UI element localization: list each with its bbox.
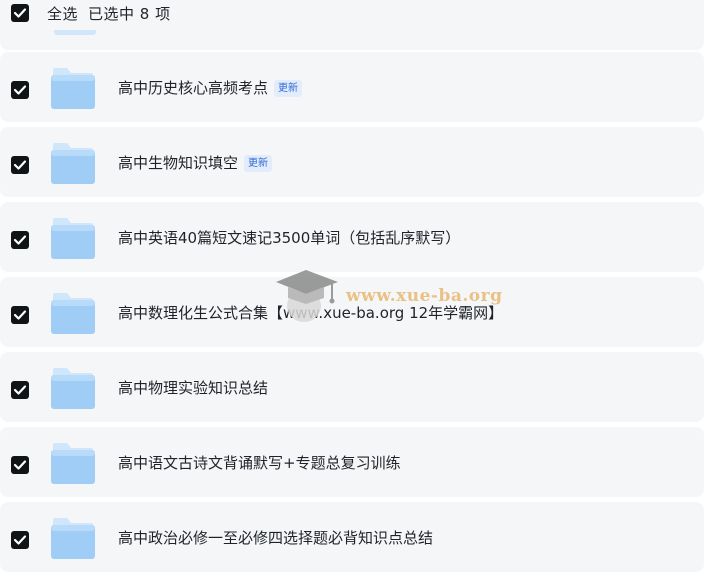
file-name[interactable]: 高中生物知识填空 更新 <box>118 153 273 173</box>
folder-icon <box>50 442 96 485</box>
file-name[interactable]: 高中物理实验知识总结 <box>118 378 268 398</box>
checkmark-icon <box>13 8 27 18</box>
row-checkbox[interactable] <box>11 456 29 474</box>
checkmark-icon <box>13 460 27 470</box>
file-row[interactable]: 高中物理实验知识总结 <box>0 352 704 422</box>
selection-toolbar: 全选 已选中 8 项 <box>0 0 704 50</box>
checkmark-icon <box>13 85 27 95</box>
row-checkbox[interactable] <box>11 306 29 324</box>
folder-icon <box>50 367 96 410</box>
checkmark-icon <box>13 385 27 395</box>
select-all-checkbox[interactable] <box>11 4 29 22</box>
file-name-text: 高中历史核心高频考点 <box>118 79 269 97</box>
watermark: www.xue-ba.org <box>270 268 510 328</box>
watermark-text: www.xue-ba.org <box>346 286 503 306</box>
file-name[interactable]: 高中政治必修一至必修四选择题必背知识点总结 <box>118 528 433 548</box>
checkmark-icon <box>13 535 27 545</box>
folder-icon <box>50 142 96 185</box>
row-checkbox[interactable] <box>11 531 29 549</box>
file-name-text: 高中物理实验知识总结 <box>118 379 269 397</box>
file-name-text: 高中政治必修一至必修四选择题必背知识点总结 <box>118 529 434 547</box>
file-row[interactable]: 高中英语40篇短文速记3500单词（包括乱序默写） <box>0 202 704 272</box>
update-badge: 更新 <box>244 155 273 172</box>
file-row[interactable]: 高中生物知识填空 更新 <box>0 127 704 197</box>
update-badge: 更新 <box>274 80 303 97</box>
graduation-cap-icon <box>276 270 338 322</box>
folder-icon <box>50 217 96 260</box>
file-name-text: 高中语文古诗文背诵默写+专题总复习训练 <box>118 454 401 472</box>
file-row[interactable]: 高中历史核心高频考点 更新 <box>0 52 704 122</box>
file-row[interactable]: 高中语文古诗文背诵默写+专题总复习训练 <box>0 427 704 497</box>
file-name[interactable]: 高中历史核心高频考点 更新 <box>118 78 303 98</box>
row-checkbox[interactable] <box>11 156 29 174</box>
folder-icon <box>50 67 96 110</box>
file-name[interactable]: 高中英语40篇短文速记3500单词（包括乱序默写） <box>118 228 460 248</box>
row-checkbox[interactable] <box>11 81 29 99</box>
row-checkbox[interactable] <box>11 381 29 399</box>
checkmark-icon <box>13 310 27 320</box>
selected-count-label: 已选中 8 项 <box>88 5 171 23</box>
file-name[interactable]: 高中语文古诗文背诵默写+专题总复习训练 <box>118 453 401 473</box>
row-checkbox[interactable] <box>11 231 29 249</box>
file-name-text: 高中英语40篇短文速记3500单词（包括乱序默写） <box>118 229 461 247</box>
checkmark-icon <box>13 160 27 170</box>
folder-icon <box>50 517 96 560</box>
folder-icon <box>54 30 96 35</box>
checkmark-icon <box>13 235 27 245</box>
file-name-text: 高中生物知识填空 <box>118 154 239 172</box>
file-row[interactable]: 高中政治必修一至必修四选择题必背知识点总结 <box>0 502 704 572</box>
folder-icon <box>50 292 96 335</box>
select-all-label[interactable]: 全选 <box>47 4 78 24</box>
